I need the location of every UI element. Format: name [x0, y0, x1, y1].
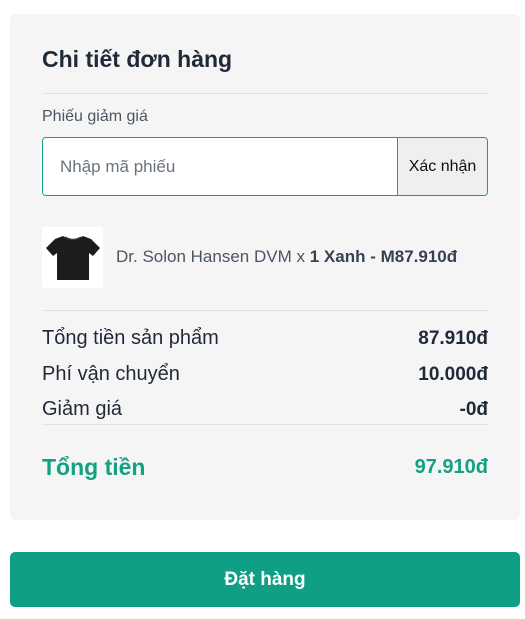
- divider: [42, 424, 488, 425]
- total-row: Tổng tiền 97.910đ: [42, 454, 488, 481]
- divider: [42, 310, 488, 311]
- coupon-label: Phiếu giảm giá: [42, 108, 148, 125]
- shipping-row: Phí vận chuyển 10.000đ: [42, 363, 488, 386]
- coupon-field-group: Xác nhận: [42, 137, 488, 196]
- confirm-coupon-button[interactable]: Xác nhận: [397, 138, 487, 195]
- variant-dash: -: [365, 247, 381, 266]
- place-order-button[interactable]: Đặt hàng: [10, 552, 520, 607]
- total-label: Tổng tiền: [42, 454, 146, 480]
- product-size: M: [380, 247, 395, 266]
- subtotal-value: 87.910đ: [418, 327, 488, 349]
- discount-value: -0đ: [459, 398, 489, 420]
- discount-label: Giảm giá: [42, 398, 123, 420]
- divider: [42, 93, 488, 94]
- discount-row: Giảm giá -0đ: [42, 398, 488, 421]
- subtotal-label: Tổng tiền sản phẩm: [42, 327, 219, 349]
- order-summary-card: Chi tiết đơn hàng Phiếu giảm giá Xác nhậ…: [10, 14, 520, 520]
- product-color: Xanh: [323, 247, 366, 266]
- product-name: Dr. Solon Hansen DVM: [116, 247, 292, 266]
- coupon-input[interactable]: [43, 138, 397, 195]
- tshirt-icon: [45, 236, 100, 280]
- order-item: Dr. Solon Hansen DVM x 1 Xanh - M87.910đ: [42, 226, 488, 288]
- shipping-label: Phí vận chuyển: [42, 363, 180, 385]
- shipping-value: 10.000đ: [418, 363, 488, 385]
- product-quantity: 1: [309, 247, 320, 266]
- product-price: 87.910đ: [394, 247, 458, 266]
- subtotal-row: Tổng tiền sản phẩm 87.910đ: [42, 327, 488, 350]
- quantity-separator: x: [291, 247, 310, 266]
- product-image: [42, 226, 103, 288]
- total-value: 97.910đ: [414, 456, 488, 478]
- order-title: Chi tiết đơn hàng: [42, 46, 233, 72]
- product-description: Dr. Solon Hansen DVM x 1 Xanh - M87.910đ: [116, 247, 457, 267]
